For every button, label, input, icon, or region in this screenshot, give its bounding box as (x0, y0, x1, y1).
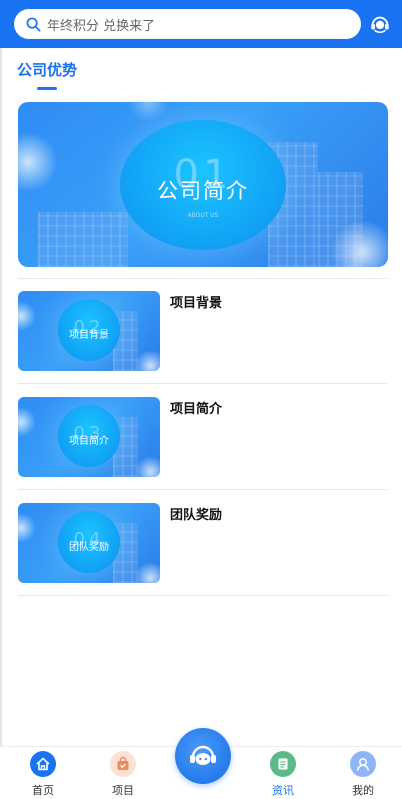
customer-service-button[interactable] (368, 12, 392, 36)
thumb-badge: 02 项目背景 (58, 299, 120, 361)
top-header: 年终积分 兑换来了 (0, 0, 402, 48)
nav-item-project[interactable]: 项目 (93, 747, 153, 799)
chat-headset-icon (190, 745, 216, 765)
tab-underline (37, 87, 57, 90)
nav-item-home[interactable]: 首页 (13, 747, 73, 799)
banner-center-badge: 01 公司简介 ABOUT US (120, 120, 286, 250)
thumb-badge: 04 团队奖励 (58, 511, 120, 573)
user-icon (350, 751, 376, 777)
divider (18, 383, 388, 384)
customer-service-icon (371, 16, 389, 33)
news-document-icon (270, 751, 296, 777)
thumb-light (18, 513, 36, 543)
divider (18, 489, 388, 490)
item-thumbnail[interactable]: 02 项目背景 (18, 291, 160, 371)
center-chat-button[interactable] (175, 728, 231, 784)
nav-label-project: 项目 (112, 784, 134, 797)
home-icon (30, 751, 56, 777)
search-placeholder: 年终积分 兑换来了 (47, 18, 156, 34)
tab-company-advantage[interactable]: 公司优势 (17, 59, 77, 80)
divider (18, 278, 388, 279)
nav-item-mine[interactable]: 我的 (333, 747, 393, 799)
thumb-title: 项目背景 (69, 330, 109, 341)
main-banner[interactable]: 01 公司简介 ABOUT US (18, 102, 388, 267)
banner-light (128, 102, 168, 122)
left-border (0, 48, 2, 746)
nav-label-news: 资讯 (272, 784, 294, 797)
divider (18, 595, 388, 596)
item-title[interactable]: 项目背景 (170, 292, 222, 311)
nav-item-news[interactable]: 资讯 (253, 747, 313, 799)
item-thumbnail[interactable]: 04 团队奖励 (18, 503, 160, 583)
thumb-title: 团队奖励 (69, 542, 109, 553)
banner-building (38, 212, 128, 267)
nav-label-mine: 我的 (352, 784, 374, 797)
item-title[interactable]: 项目简介 (170, 398, 222, 417)
project-bag-icon (110, 751, 136, 777)
thumb-light (18, 407, 36, 437)
banner-subtitle: ABOUT US (187, 212, 219, 219)
thumb-title: 项目简介 (69, 436, 109, 447)
item-thumbnail[interactable]: 03 项目简介 (18, 397, 160, 477)
nav-label-home: 首页 (32, 784, 54, 797)
banner-light (18, 132, 58, 192)
thumb-badge: 03 项目简介 (58, 405, 120, 467)
search-bar[interactable]: 年终积分 兑换来了 (14, 9, 361, 39)
search-icon (26, 17, 41, 31)
item-title[interactable]: 团队奖励 (170, 504, 222, 523)
banner-title: 公司简介 (157, 179, 249, 203)
thumb-light (18, 301, 36, 331)
page: 年终积分 兑换来了 公司优势 01 公司简介 ABOUT US 02 项目背景 … (0, 0, 402, 799)
